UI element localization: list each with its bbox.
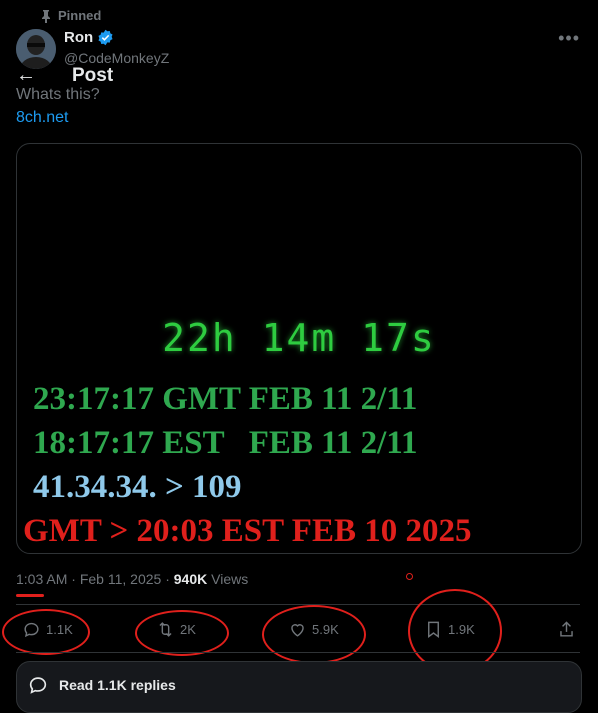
like-button[interactable]: 5.9K xyxy=(288,620,339,639)
views-count: 940K xyxy=(173,571,208,587)
bookmark-icon xyxy=(428,621,439,639)
media-line-numbers: 41.34.34. > 109 xyxy=(33,469,242,505)
author-handle[interactable]: @CodeMonkeyZ xyxy=(64,50,169,66)
post-media[interactable]: 22h 14m 17s 23:17:17 GMT FEB 11 2/11 18:… xyxy=(16,143,582,554)
avatar-image xyxy=(16,29,56,69)
divider-bottom xyxy=(16,652,580,653)
media-line-date: GMT > 20:03 EST FEB 10 2025 xyxy=(23,513,472,549)
pinned-label: Pinned xyxy=(58,8,102,23)
author-name[interactable]: Ron xyxy=(64,29,114,46)
back-arrow-icon[interactable]: ← xyxy=(16,64,36,87)
media-line-est: 18:17:17 EST FEB 11 2/11 xyxy=(33,425,418,461)
post-time[interactable]: 1:03 AM xyxy=(16,571,67,587)
avatar[interactable] xyxy=(16,29,56,69)
post-text: Whats this? xyxy=(16,86,100,103)
post-meta: 1:03 AM · Feb 11, 2025 · 940K Views xyxy=(16,571,249,587)
divider-top xyxy=(16,604,580,605)
verified-icon xyxy=(98,29,113,46)
share-icon xyxy=(560,621,573,637)
repost-button[interactable]: 2K xyxy=(156,620,196,639)
media-line-gmt: 23:17:17 GMT FEB 11 2/11 xyxy=(33,381,418,417)
pinned-indicator: Pinned xyxy=(40,8,101,23)
page-title: Post xyxy=(72,65,114,86)
red-dot-mark xyxy=(406,573,413,580)
more-icon[interactable]: ••• xyxy=(558,28,580,49)
reply-icon xyxy=(24,622,39,638)
chat-bubble-icon xyxy=(29,677,47,694)
time-underline-mark xyxy=(16,594,44,597)
countdown-text: 22h 14m 17s xyxy=(162,316,436,360)
share-button[interactable] xyxy=(557,620,576,639)
bookmark-button[interactable]: 1.9K xyxy=(424,620,475,639)
pin-icon xyxy=(42,9,50,23)
like-icon xyxy=(291,624,304,637)
read-replies-button[interactable]: Read 1.1K replies xyxy=(16,661,582,713)
views-label: Views xyxy=(211,571,249,587)
read-replies-label: Read 1.1K replies xyxy=(59,677,176,693)
post-link[interactable]: 8ch.net xyxy=(16,109,68,127)
repost-icon xyxy=(159,622,172,637)
reply-button[interactable]: 1.1K xyxy=(22,620,73,639)
post-date[interactable]: Feb 11, 2025 xyxy=(80,571,161,587)
